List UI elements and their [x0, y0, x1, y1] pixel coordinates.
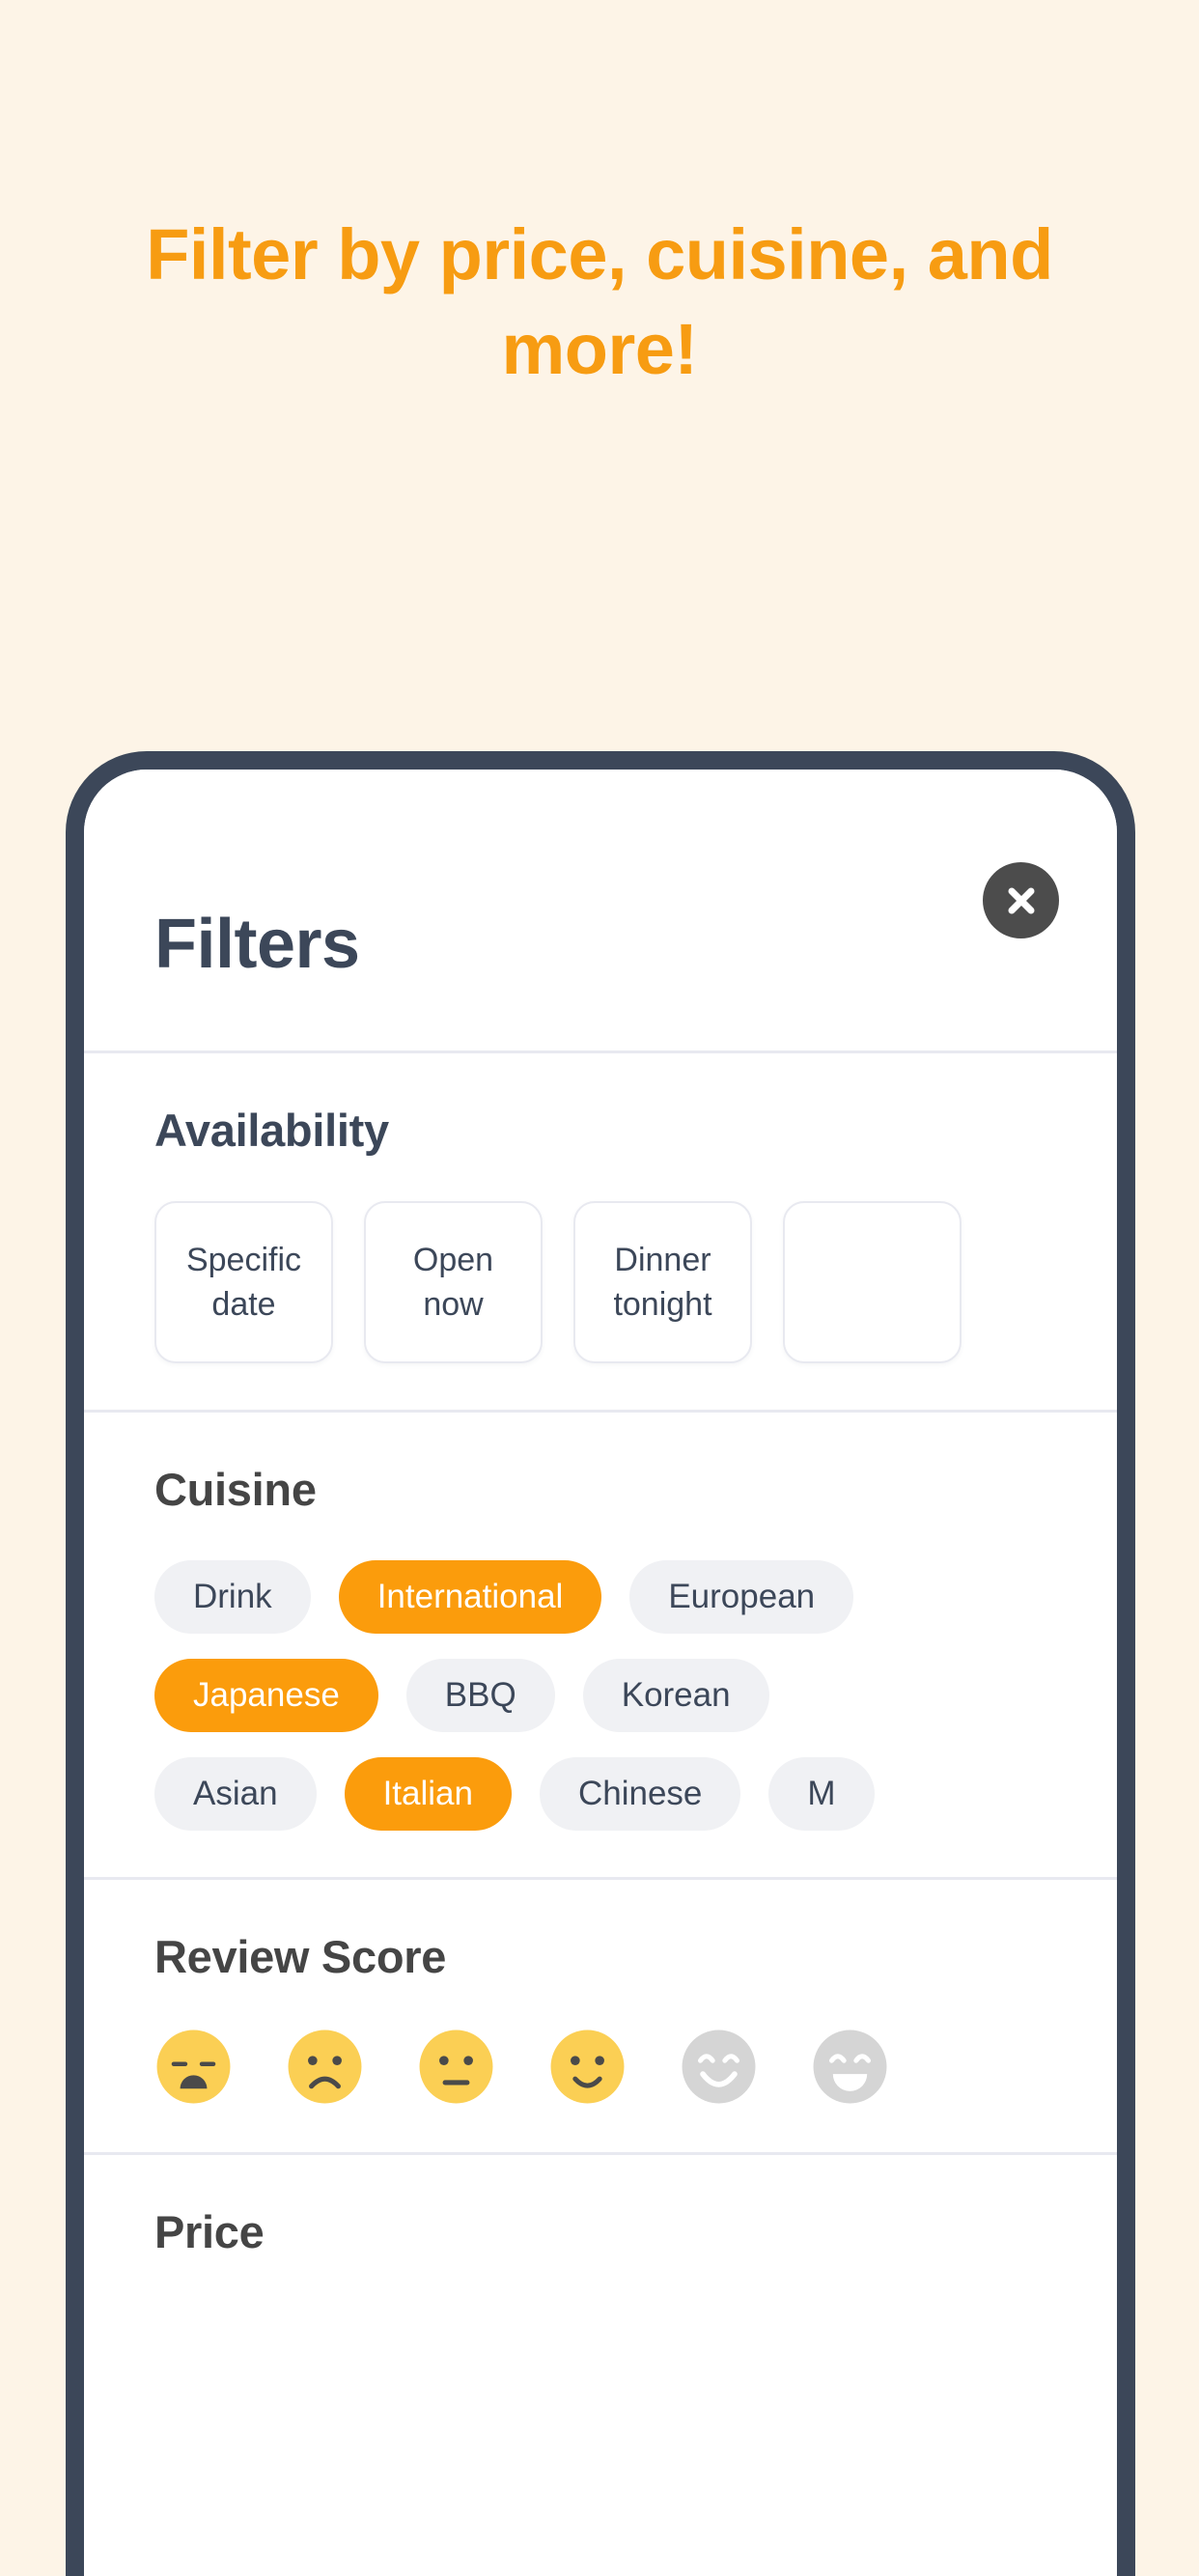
face-frowning-icon[interactable]: [286, 2028, 364, 2106]
cuisine-pill-drink[interactable]: Drink: [154, 1560, 311, 1634]
label-line-2: date: [211, 1286, 276, 1323]
cuisine-row-3: Asian Italian Chinese M: [154, 1757, 1117, 1831]
section-availability: Availability Specific date Open now Dinn…: [84, 1053, 1117, 1413]
availability-option-overflow[interactable]: [783, 1201, 962, 1363]
label-line-2: tonight: [613, 1286, 712, 1323]
cuisine-pill-korean[interactable]: Korean: [582, 1659, 769, 1732]
section-title-price: Price: [154, 2206, 265, 2257]
availability-option-label: Open now: [413, 1238, 493, 1327]
face-smiling-icon[interactable]: [680, 2028, 758, 2106]
face-dismayed-icon[interactable]: [154, 2028, 233, 2106]
cuisine-pill-european[interactable]: European: [629, 1560, 854, 1634]
cuisine-row-1: Drink International European: [154, 1560, 1117, 1634]
face-slight-smile-icon[interactable]: [548, 2028, 627, 2106]
review-score-rating-row: [154, 2028, 1117, 2106]
face-neutral-icon[interactable]: [417, 2028, 495, 2106]
close-icon: [1005, 884, 1038, 917]
page-title: Filters: [154, 906, 360, 983]
section-title-availability: Availability: [154, 1105, 389, 1156]
availability-option-label: Specific date: [186, 1238, 301, 1327]
availability-option-open-now[interactable]: Open now: [364, 1201, 543, 1363]
cuisine-pill-bbq[interactable]: BBQ: [405, 1659, 555, 1732]
cuisine-pill-japanese[interactable]: Japanese: [154, 1659, 378, 1732]
phone-screen: Filters Availability Specific date Open …: [84, 770, 1117, 2576]
cuisine-pill-chinese[interactable]: Chinese: [539, 1757, 741, 1831]
close-button[interactable]: [983, 862, 1059, 938]
availability-option-label: Dinner tonight: [613, 1238, 711, 1327]
availability-option-dinner-tonight[interactable]: Dinner tonight: [573, 1201, 752, 1363]
filters-sheet-header: Filters: [84, 770, 1117, 1053]
availability-options-row[interactable]: Specific date Open now Dinner tonight: [154, 1201, 1117, 1363]
cuisine-pill-international[interactable]: International: [338, 1560, 602, 1634]
face-grinning-icon[interactable]: [811, 2028, 889, 2106]
label-line-2: now: [423, 1286, 484, 1323]
cuisine-pill-asian[interactable]: Asian: [154, 1757, 317, 1831]
cuisine-row-2: Japanese BBQ Korean: [154, 1659, 1117, 1732]
promo-headline: Filter by price, cuisine, and more!: [146, 214, 1053, 389]
section-price: Price: [84, 2155, 1117, 2258]
label-line-1: Dinner: [614, 1241, 711, 1278]
section-title-review-score: Review Score: [154, 1931, 447, 1982]
label-line-1: Open: [412, 1241, 494, 1278]
section-title-cuisine: Cuisine: [154, 1464, 317, 1515]
availability-option-specific-date[interactable]: Specific date: [154, 1201, 333, 1363]
section-cuisine: Cuisine Drink International European Jap…: [84, 1413, 1117, 1880]
section-review-score: Review Score: [84, 1880, 1117, 2155]
phone-mockup-frame: Filters Availability Specific date Open …: [66, 751, 1135, 2576]
label-line-1: Specific: [185, 1241, 302, 1278]
cuisine-pill-overflow[interactable]: M: [768, 1757, 875, 1831]
cuisine-pill-italian[interactable]: Italian: [344, 1757, 512, 1831]
